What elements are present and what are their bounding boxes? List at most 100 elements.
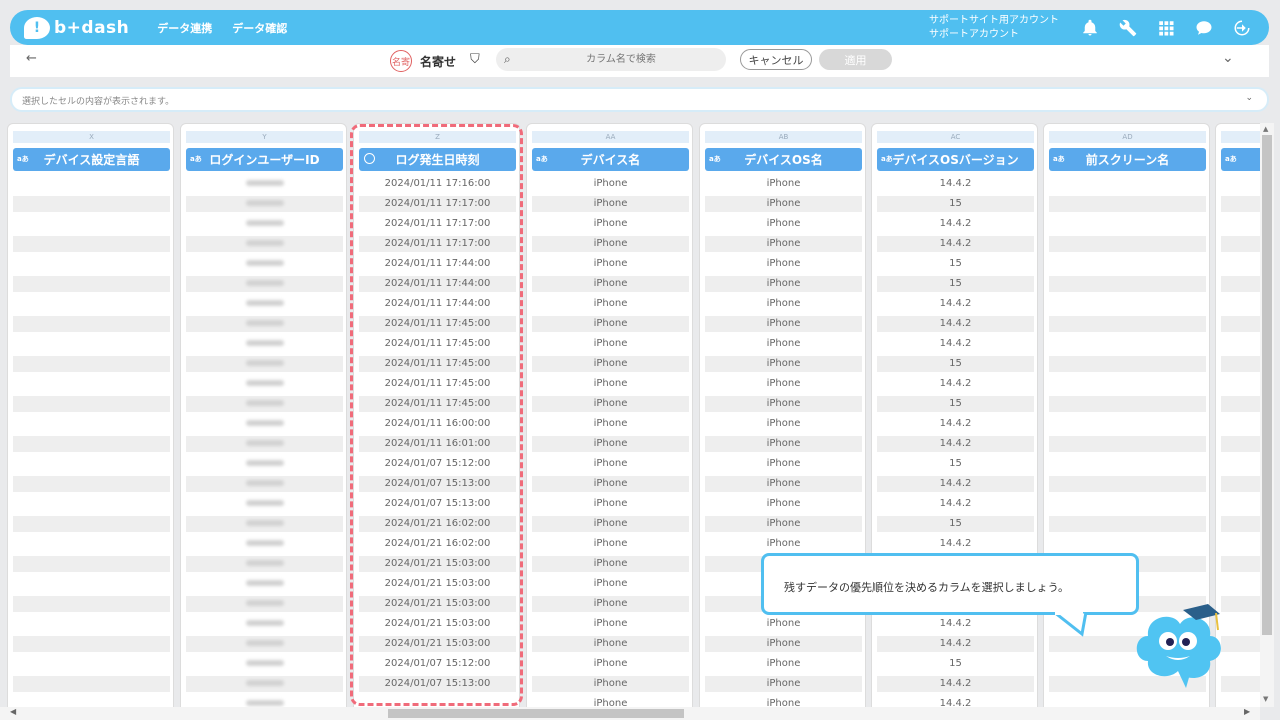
table-cell[interactable]: iPhone <box>705 476 862 492</box>
table-cell[interactable] <box>186 376 343 392</box>
table-cell[interactable] <box>1221 336 1260 352</box>
table-cell[interactable] <box>186 336 343 352</box>
column-header[interactable]: aあ 前スクリーン名 <box>1049 148 1206 171</box>
table-cell[interactable]: iPhone <box>532 576 689 592</box>
scroll-right-icon[interactable]: ▶ <box>1244 707 1250 716</box>
table-cell[interactable]: 15 <box>877 196 1034 212</box>
apply-button[interactable]: 適用 <box>819 49 892 70</box>
table-cell[interactable] <box>13 536 170 552</box>
table-cell[interactable]: 2024/01/11 17:17:00 <box>359 216 516 232</box>
table-cell[interactable] <box>1221 396 1260 412</box>
table-cell[interactable]: 2024/01/11 17:45:00 <box>359 396 516 412</box>
table-cell[interactable] <box>1221 556 1260 572</box>
table-cell[interactable]: 2024/01/21 15:03:00 <box>359 616 516 632</box>
table-cell[interactable]: 14.4.2 <box>877 376 1034 392</box>
table-cell[interactable] <box>1049 336 1206 352</box>
table-cell[interactable]: iPhone <box>532 336 689 352</box>
table-cell[interactable] <box>186 256 343 272</box>
table-cell[interactable]: iPhone <box>705 316 862 332</box>
column-z[interactable]: Z ログ発生日時刻 2024/01/11 17:16:00 2024/01/11 17… <box>353 123 520 707</box>
table-cell[interactable]: 14.4.2 <box>877 336 1034 352</box>
table-cell[interactable]: iPhone <box>705 696 862 707</box>
table-cell[interactable]: iPhone <box>532 456 689 472</box>
table-cell[interactable] <box>13 216 170 232</box>
table-cell[interactable]: iPhone <box>532 376 689 392</box>
table-cell[interactable]: iPhone <box>705 496 862 512</box>
table-cell[interactable] <box>1221 696 1260 707</box>
table-cell[interactable] <box>186 676 343 692</box>
table-cell[interactable] <box>186 596 343 612</box>
table-cell[interactable] <box>1049 396 1206 412</box>
table-cell[interactable] <box>1049 536 1206 552</box>
table-cell[interactable] <box>13 396 170 412</box>
table-cell[interactable]: 15 <box>877 356 1034 372</box>
search-input[interactable] <box>526 51 716 68</box>
table-cell[interactable] <box>186 356 343 372</box>
table-cell[interactable] <box>13 276 170 292</box>
table-cell[interactable] <box>186 236 343 252</box>
table-cell[interactable]: iPhone <box>705 676 862 692</box>
table-cell[interactable]: iPhone <box>705 296 862 312</box>
table-cell[interactable] <box>1221 456 1260 472</box>
table-cell[interactable]: iPhone <box>705 356 862 372</box>
table-cell[interactable] <box>13 476 170 492</box>
table-cell[interactable]: iPhone <box>532 216 689 232</box>
table-cell[interactable] <box>13 516 170 532</box>
table-cell[interactable]: 2024/01/07 15:12:00 <box>359 656 516 672</box>
table-cell[interactable] <box>1221 216 1260 232</box>
table-cell[interactable]: 2024/01/11 17:44:00 <box>359 296 516 312</box>
table-cell[interactable] <box>13 316 170 332</box>
table-cell[interactable]: 15 <box>877 276 1034 292</box>
table-cell[interactable]: iPhone <box>705 376 862 392</box>
table-cell[interactable]: iPhone <box>532 696 689 707</box>
table-cell[interactable] <box>186 476 343 492</box>
horizontal-scroll-thumb[interactable] <box>388 709 684 718</box>
column-search[interactable]: ⌕ <box>496 48 726 71</box>
column-header[interactable]: aあ デバイスOSバージョン <box>877 148 1034 171</box>
vertical-scroll-thumb[interactable] <box>1262 135 1272 635</box>
table-cell[interactable] <box>1049 496 1206 512</box>
table-cell[interactable]: iPhone <box>705 176 862 192</box>
table-cell[interactable] <box>1049 276 1206 292</box>
table-cell[interactable] <box>186 176 343 192</box>
table-cell[interactable]: 14.4.2 <box>877 616 1034 632</box>
table-cell[interactable]: 2024/01/11 17:17:00 <box>359 236 516 252</box>
table-cell[interactable] <box>1221 256 1260 272</box>
table-cell[interactable] <box>1049 216 1206 232</box>
table-cell[interactable]: 14.4.2 <box>877 696 1034 707</box>
table-cell[interactable]: iPhone <box>532 316 689 332</box>
table-cell[interactable] <box>13 436 170 452</box>
table-cell[interactable] <box>186 196 343 212</box>
table-cell[interactable] <box>1049 176 1206 192</box>
column-header[interactable]: aあ ログインユーザーID <box>186 148 343 171</box>
table-cell[interactable]: iPhone <box>705 196 862 212</box>
table-cell[interactable]: 14.4.2 <box>877 216 1034 232</box>
table-cell[interactable]: 14.4.2 <box>877 536 1034 552</box>
table-cell[interactable]: 2024/01/11 16:00:00 <box>359 416 516 432</box>
table-cell[interactable] <box>1049 696 1206 707</box>
table-cell[interactable]: iPhone <box>532 256 689 272</box>
table-cell[interactable]: 2024/01/11 17:16:00 <box>359 176 516 192</box>
table-cell[interactable] <box>1049 316 1206 332</box>
logo[interactable]: ! b+dash <box>24 16 129 39</box>
table-cell[interactable] <box>186 496 343 512</box>
column-aa[interactable]: AA aあ デバイス名 iPhone iPhone iPhone iPhone iPhone i… <box>526 123 693 707</box>
table-cell[interactable]: iPhone <box>705 656 862 672</box>
column-ab[interactable]: AB aあ デバイスOS名 iPhone iPhone iPhone iPhone iPhon… <box>699 123 866 707</box>
table-cell[interactable] <box>13 496 170 512</box>
table-cell[interactable] <box>186 456 343 472</box>
table-cell[interactable] <box>1221 536 1260 552</box>
table-cell[interactable] <box>1221 576 1260 592</box>
table-cell[interactable] <box>13 596 170 612</box>
table-cell[interactable] <box>1221 516 1260 532</box>
account-info[interactable]: サポートサイト用アカウント サポートアカウント <box>929 14 1059 42</box>
table-cell[interactable]: iPhone <box>532 616 689 632</box>
table-cell[interactable]: 14.4.2 <box>877 676 1034 692</box>
table-cell[interactable] <box>1221 416 1260 432</box>
table-cell[interactable] <box>13 556 170 572</box>
chevron-down-icon[interactable]: ⌄ <box>1222 50 1234 66</box>
table-cell[interactable] <box>186 436 343 452</box>
table-cell[interactable] <box>13 456 170 472</box>
table-cell[interactable] <box>1049 376 1206 392</box>
table-cell[interactable]: iPhone <box>705 276 862 292</box>
